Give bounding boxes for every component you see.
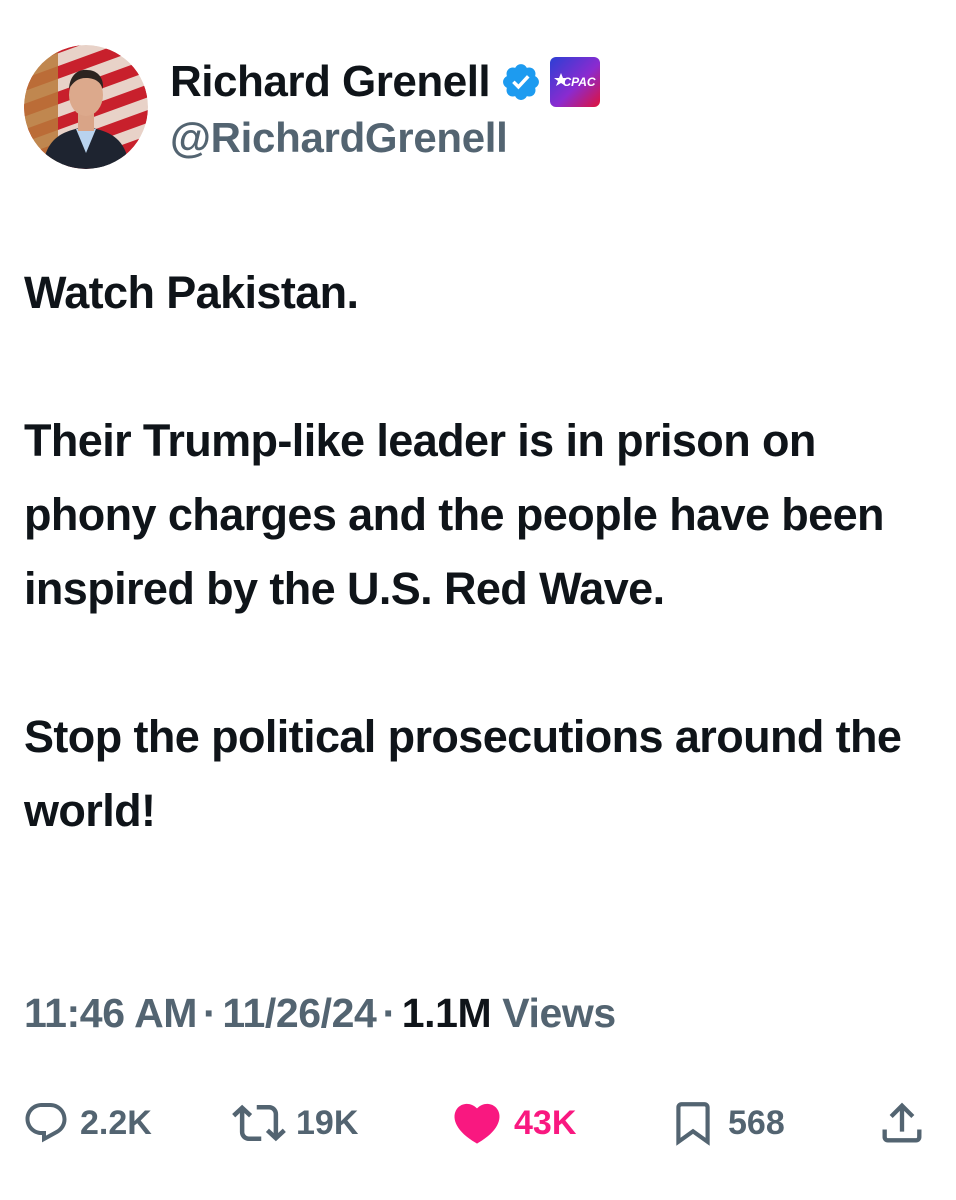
bookmark-button[interactable]: 568 (668, 1088, 785, 1158)
tweet-header: Richard Grenell CPAC @RichardGrenell (24, 44, 601, 170)
tweet-time[interactable]: 11:46 AM (24, 990, 197, 1036)
bookmark-count: 568 (728, 1103, 785, 1142)
avatar-image (24, 45, 148, 169)
svg-text:CPAC: CPAC (563, 75, 596, 89)
action-bar: 2.2K 19K 43K 568 (0, 1088, 956, 1158)
repost-button[interactable]: 19K (232, 1088, 358, 1158)
author-handle[interactable]: @RichardGrenell (170, 114, 600, 162)
bookmark-icon (676, 1102, 710, 1146)
reply-icon (25, 1103, 67, 1143)
tweet-paragraph: Their Trump-like leader is in prison on … (24, 415, 885, 614)
like-button[interactable]: 43K (450, 1088, 576, 1158)
views-count: 1.1M (401, 990, 492, 1036)
repost-icon (232, 1104, 286, 1142)
tweet-text: Watch Pakistan. Their Trump-like leader … (24, 256, 924, 848)
views-label: Views (502, 990, 616, 1036)
verified-badge-icon[interactable] (500, 61, 542, 103)
reply-count: 2.2K (80, 1103, 152, 1142)
author-display-name[interactable]: Richard Grenell (170, 57, 491, 107)
tweet-paragraph: Watch Pakistan. (24, 267, 359, 318)
avatar[interactable] (24, 45, 148, 169)
tweet-meta: 11:46 AM · 11/26/24 · 1.1M Views (24, 990, 616, 1037)
tweet-date[interactable]: 11/26/24 (222, 990, 377, 1036)
reply-button[interactable]: 2.2K (22, 1088, 152, 1158)
meta-separator: · (382, 990, 396, 1036)
like-count: 43K (514, 1103, 577, 1142)
cpac-affiliation-badge[interactable]: CPAC (550, 57, 601, 107)
meta-separator: · (203, 990, 217, 1036)
heart-icon (454, 1103, 500, 1144)
tweet-paragraph: Stop the political prosecutions around t… (24, 711, 902, 836)
share-button[interactable] (876, 1088, 928, 1158)
repost-count: 19K (296, 1103, 359, 1142)
share-icon (882, 1102, 922, 1143)
